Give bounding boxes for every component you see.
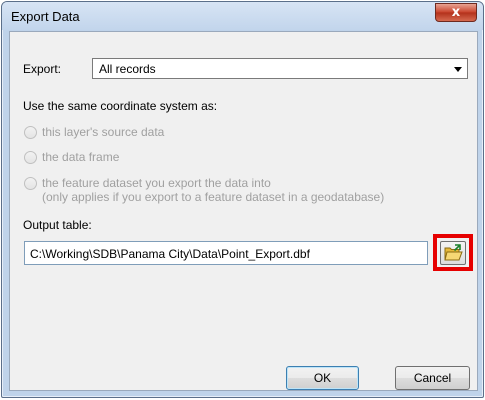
export-data-dialog: Export Data x Export: All records Use th… — [1, 1, 484, 398]
ok-button[interactable]: OK — [286, 366, 359, 390]
radio-source-data-label: this layer's source data — [42, 125, 165, 139]
radio-data-frame-label: the data frame — [42, 150, 120, 164]
radio-feature-dataset-label: the feature dataset you export the data … — [42, 176, 271, 190]
dialog-body: Export: All records Use the same coordin… — [9, 31, 478, 391]
dialog-title: Export Data — [11, 9, 80, 24]
cancel-button[interactable]: Cancel — [395, 366, 470, 390]
export-label: Export: — [23, 62, 62, 76]
radio-feature-dataset[interactable] — [24, 177, 37, 190]
output-table-field[interactable]: C:\Working\SDB\Panama City\Data\Point_Ex… — [24, 241, 428, 265]
title-bar[interactable]: Export Data x — [2, 2, 483, 30]
export-dropdown-value: All records — [99, 62, 156, 76]
export-dropdown[interactable]: All records — [92, 58, 468, 79]
close-icon: x — [451, 5, 461, 20]
radio-source-data[interactable] — [24, 126, 37, 139]
close-button[interactable]: x — [435, 3, 477, 22]
output-table-value: C:\Working\SDB\Panama City\Data\Point_Ex… — [30, 247, 310, 261]
output-table-label: Output table: — [23, 218, 92, 232]
browse-button[interactable] — [440, 241, 466, 265]
folder-open-icon — [444, 244, 463, 261]
coordinate-heading: Use the same coordinate system as: — [23, 99, 218, 113]
radio-feature-dataset-note: (only applies if you export to a feature… — [42, 190, 385, 204]
radio-data-frame[interactable] — [24, 151, 37, 164]
chevron-down-icon — [454, 67, 462, 72]
